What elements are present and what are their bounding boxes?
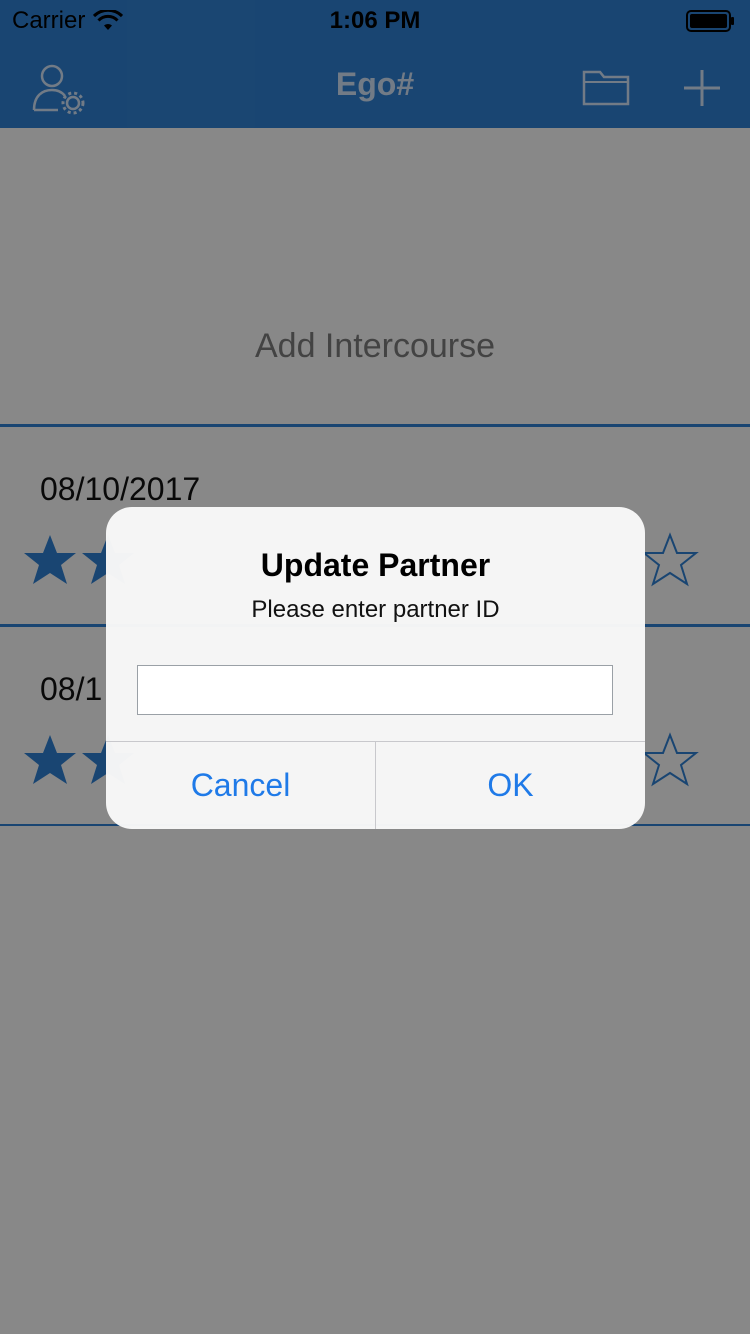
dialog-message: Please enter partner ID xyxy=(251,596,500,623)
partner-id-input[interactable] xyxy=(137,665,613,715)
update-partner-dialog: Update Partner Please enter partner ID C… xyxy=(106,507,645,829)
ok-button[interactable]: OK xyxy=(375,742,645,829)
dialog-title: Update Partner xyxy=(260,547,491,583)
dialog-buttons: Cancel OK xyxy=(106,741,645,829)
cancel-button[interactable]: Cancel xyxy=(106,742,375,829)
